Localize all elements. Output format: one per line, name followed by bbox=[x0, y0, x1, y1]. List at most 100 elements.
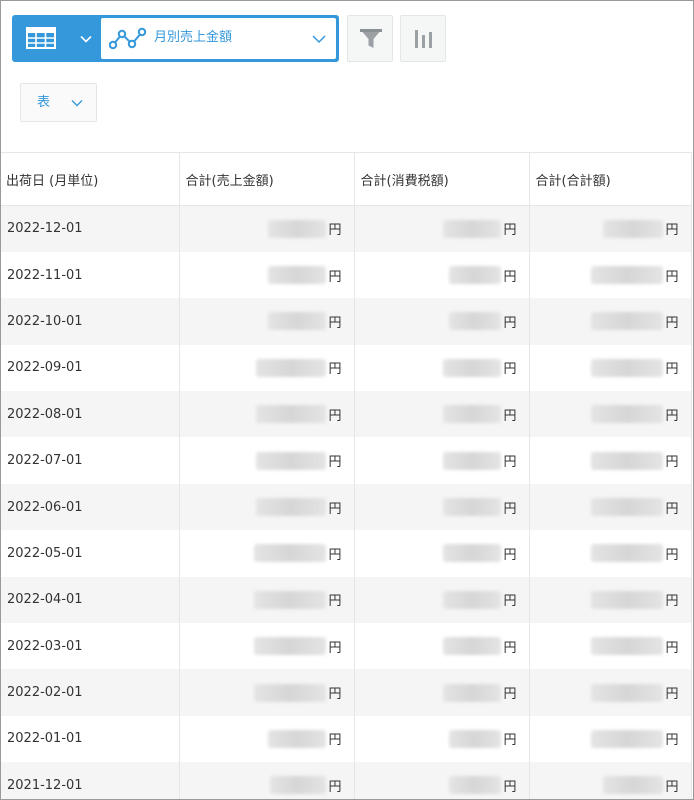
sales-total-cell: 円 bbox=[179, 669, 355, 716]
tax-total-cell: 円 bbox=[354, 623, 530, 670]
currency-unit: 円 bbox=[665, 687, 679, 703]
currency-unit: 円 bbox=[503, 455, 517, 471]
redacted-amount bbox=[256, 498, 327, 517]
currency-unit: 円 bbox=[328, 362, 342, 378]
sales-total-cell: 円 bbox=[179, 576, 355, 624]
ship-month-cell: 2021-12-01 bbox=[1, 762, 180, 799]
chevron-down-icon bbox=[312, 35, 326, 44]
currency-unit: 円 bbox=[665, 408, 679, 424]
ship-month-cell: 2022-05-01 bbox=[1, 530, 180, 577]
ship-month-cell: 2022-03-01 bbox=[1, 623, 180, 670]
tax-total-cell: 円 bbox=[354, 298, 530, 345]
currency-unit: 円 bbox=[503, 547, 517, 563]
sales-total-cell: 円 bbox=[179, 762, 355, 799]
table-row: 2022-02-01 円 円 円 bbox=[1, 669, 692, 716]
sales-total-cell: 円 bbox=[179, 298, 355, 345]
currency-unit: 円 bbox=[328, 640, 342, 656]
redacted-amount bbox=[591, 266, 664, 285]
redacted-amount bbox=[443, 405, 502, 424]
column-header-sales-total[interactable]: 合計(売上金額) bbox=[179, 152, 355, 206]
redacted-amount bbox=[443, 451, 502, 470]
ship-month-cell: 2022-10-01 bbox=[1, 298, 180, 345]
redacted-amount bbox=[449, 776, 502, 795]
grand-total-cell: 円 bbox=[529, 530, 692, 577]
view-type-button[interactable] bbox=[12, 15, 100, 62]
redacted-amount bbox=[256, 358, 327, 377]
redacted-amount bbox=[256, 405, 327, 424]
sales-total-cell: 円 bbox=[179, 715, 355, 763]
currency-unit: 円 bbox=[665, 269, 679, 285]
currency-unit: 円 bbox=[328, 733, 342, 749]
table-row: 2022-11-01 円 円 円 bbox=[1, 251, 692, 299]
currency-unit: 円 bbox=[503, 733, 517, 749]
ship-month-cell: 2022-01-01 bbox=[1, 715, 180, 763]
currency-unit: 円 bbox=[503, 223, 517, 239]
sales-total-cell: 円 bbox=[179, 530, 355, 577]
grand-total-cell: 円 bbox=[529, 205, 692, 252]
funnel-icon bbox=[360, 29, 382, 48]
grand-total-cell: 円 bbox=[529, 391, 692, 438]
column-header-tax-total[interactable]: 合計(消費税額) bbox=[354, 152, 530, 206]
table-header-row: 出荷日 (月単位) 合計(売上金額) 合計(消費税額) 合計(合計額) bbox=[1, 152, 692, 206]
redacted-amount bbox=[591, 358, 664, 377]
tax-total-cell: 円 bbox=[354, 205, 530, 252]
view-name: 月別売上金額 bbox=[154, 30, 233, 45]
ship-month-cell: 2022-11-01 bbox=[1, 251, 180, 299]
currency-unit: 円 bbox=[665, 779, 679, 795]
currency-unit: 円 bbox=[328, 779, 342, 795]
grand-total-cell: 円 bbox=[529, 298, 692, 345]
table-type-label: 表 bbox=[37, 95, 51, 110]
bar-chart-icon bbox=[415, 30, 432, 48]
redacted-amount bbox=[591, 544, 664, 563]
redacted-amount bbox=[268, 312, 327, 331]
sales-total-cell: 円 bbox=[179, 391, 355, 438]
tax-total-cell: 円 bbox=[354, 483, 530, 531]
view-select[interactable]: 月別売上金額 bbox=[101, 18, 336, 59]
currency-unit: 円 bbox=[665, 501, 679, 517]
table-row: 2022-05-01 円 円 円 bbox=[1, 530, 692, 577]
redacted-amount bbox=[268, 266, 327, 285]
tax-total-cell: 円 bbox=[354, 762, 530, 799]
currency-unit: 円 bbox=[503, 315, 517, 331]
redacted-amount bbox=[591, 451, 664, 470]
table-row: 2022-03-01 円 円 円 bbox=[1, 623, 692, 670]
grand-total-cell: 円 bbox=[529, 251, 692, 299]
graph-settings-button[interactable] bbox=[400, 15, 446, 62]
grand-total-cell: 円 bbox=[529, 715, 692, 763]
report-view: 月別売上金額 表 出荷日 (月単位) 合計(売上金額) 合計(消費税額) 合計(… bbox=[0, 0, 694, 800]
currency-unit: 円 bbox=[503, 362, 517, 378]
ship-month-cell: 2022-02-01 bbox=[1, 669, 180, 716]
grand-total-cell: 円 bbox=[529, 623, 692, 670]
grand-total-cell: 円 bbox=[529, 576, 692, 624]
redacted-amount bbox=[443, 544, 502, 563]
currency-unit: 円 bbox=[328, 269, 342, 285]
column-header-grand-total[interactable]: 合計(合計額) bbox=[529, 152, 692, 206]
grand-total-cell: 円 bbox=[529, 344, 692, 392]
report-table: 出荷日 (月単位) 合計(売上金額) 合計(消費税額) 合計(合計額) 2022… bbox=[1, 152, 692, 799]
redacted-amount bbox=[268, 219, 327, 238]
redacted-amount bbox=[449, 312, 502, 331]
redacted-amount bbox=[449, 266, 502, 285]
redacted-amount bbox=[270, 776, 327, 795]
redacted-amount bbox=[443, 358, 502, 377]
filter-button[interactable] bbox=[347, 15, 393, 62]
table-row: 2022-01-01 円 円 円 bbox=[1, 715, 692, 763]
tax-total-cell: 円 bbox=[354, 669, 530, 716]
redacted-amount bbox=[591, 637, 664, 656]
currency-unit: 円 bbox=[665, 547, 679, 563]
table-row: 2022-10-01 円 円 円 bbox=[1, 298, 692, 345]
redacted-amount bbox=[254, 544, 327, 563]
table-row: 2022-04-01 円 円 円 bbox=[1, 576, 692, 624]
column-header-ship-month[interactable]: 出荷日 (月単位) bbox=[1, 152, 180, 206]
ship-month-cell: 2022-06-01 bbox=[1, 483, 180, 531]
redacted-amount bbox=[603, 776, 664, 795]
chevron-down-icon bbox=[71, 100, 83, 107]
redacted-amount bbox=[268, 729, 327, 748]
table-type-dropdown[interactable]: 表 bbox=[20, 83, 97, 122]
redacted-amount bbox=[254, 590, 327, 609]
sales-total-cell: 円 bbox=[179, 483, 355, 531]
currency-unit: 円 bbox=[328, 501, 342, 517]
currency-unit: 円 bbox=[503, 779, 517, 795]
currency-unit: 円 bbox=[503, 640, 517, 656]
chevron-down-icon bbox=[80, 35, 92, 43]
